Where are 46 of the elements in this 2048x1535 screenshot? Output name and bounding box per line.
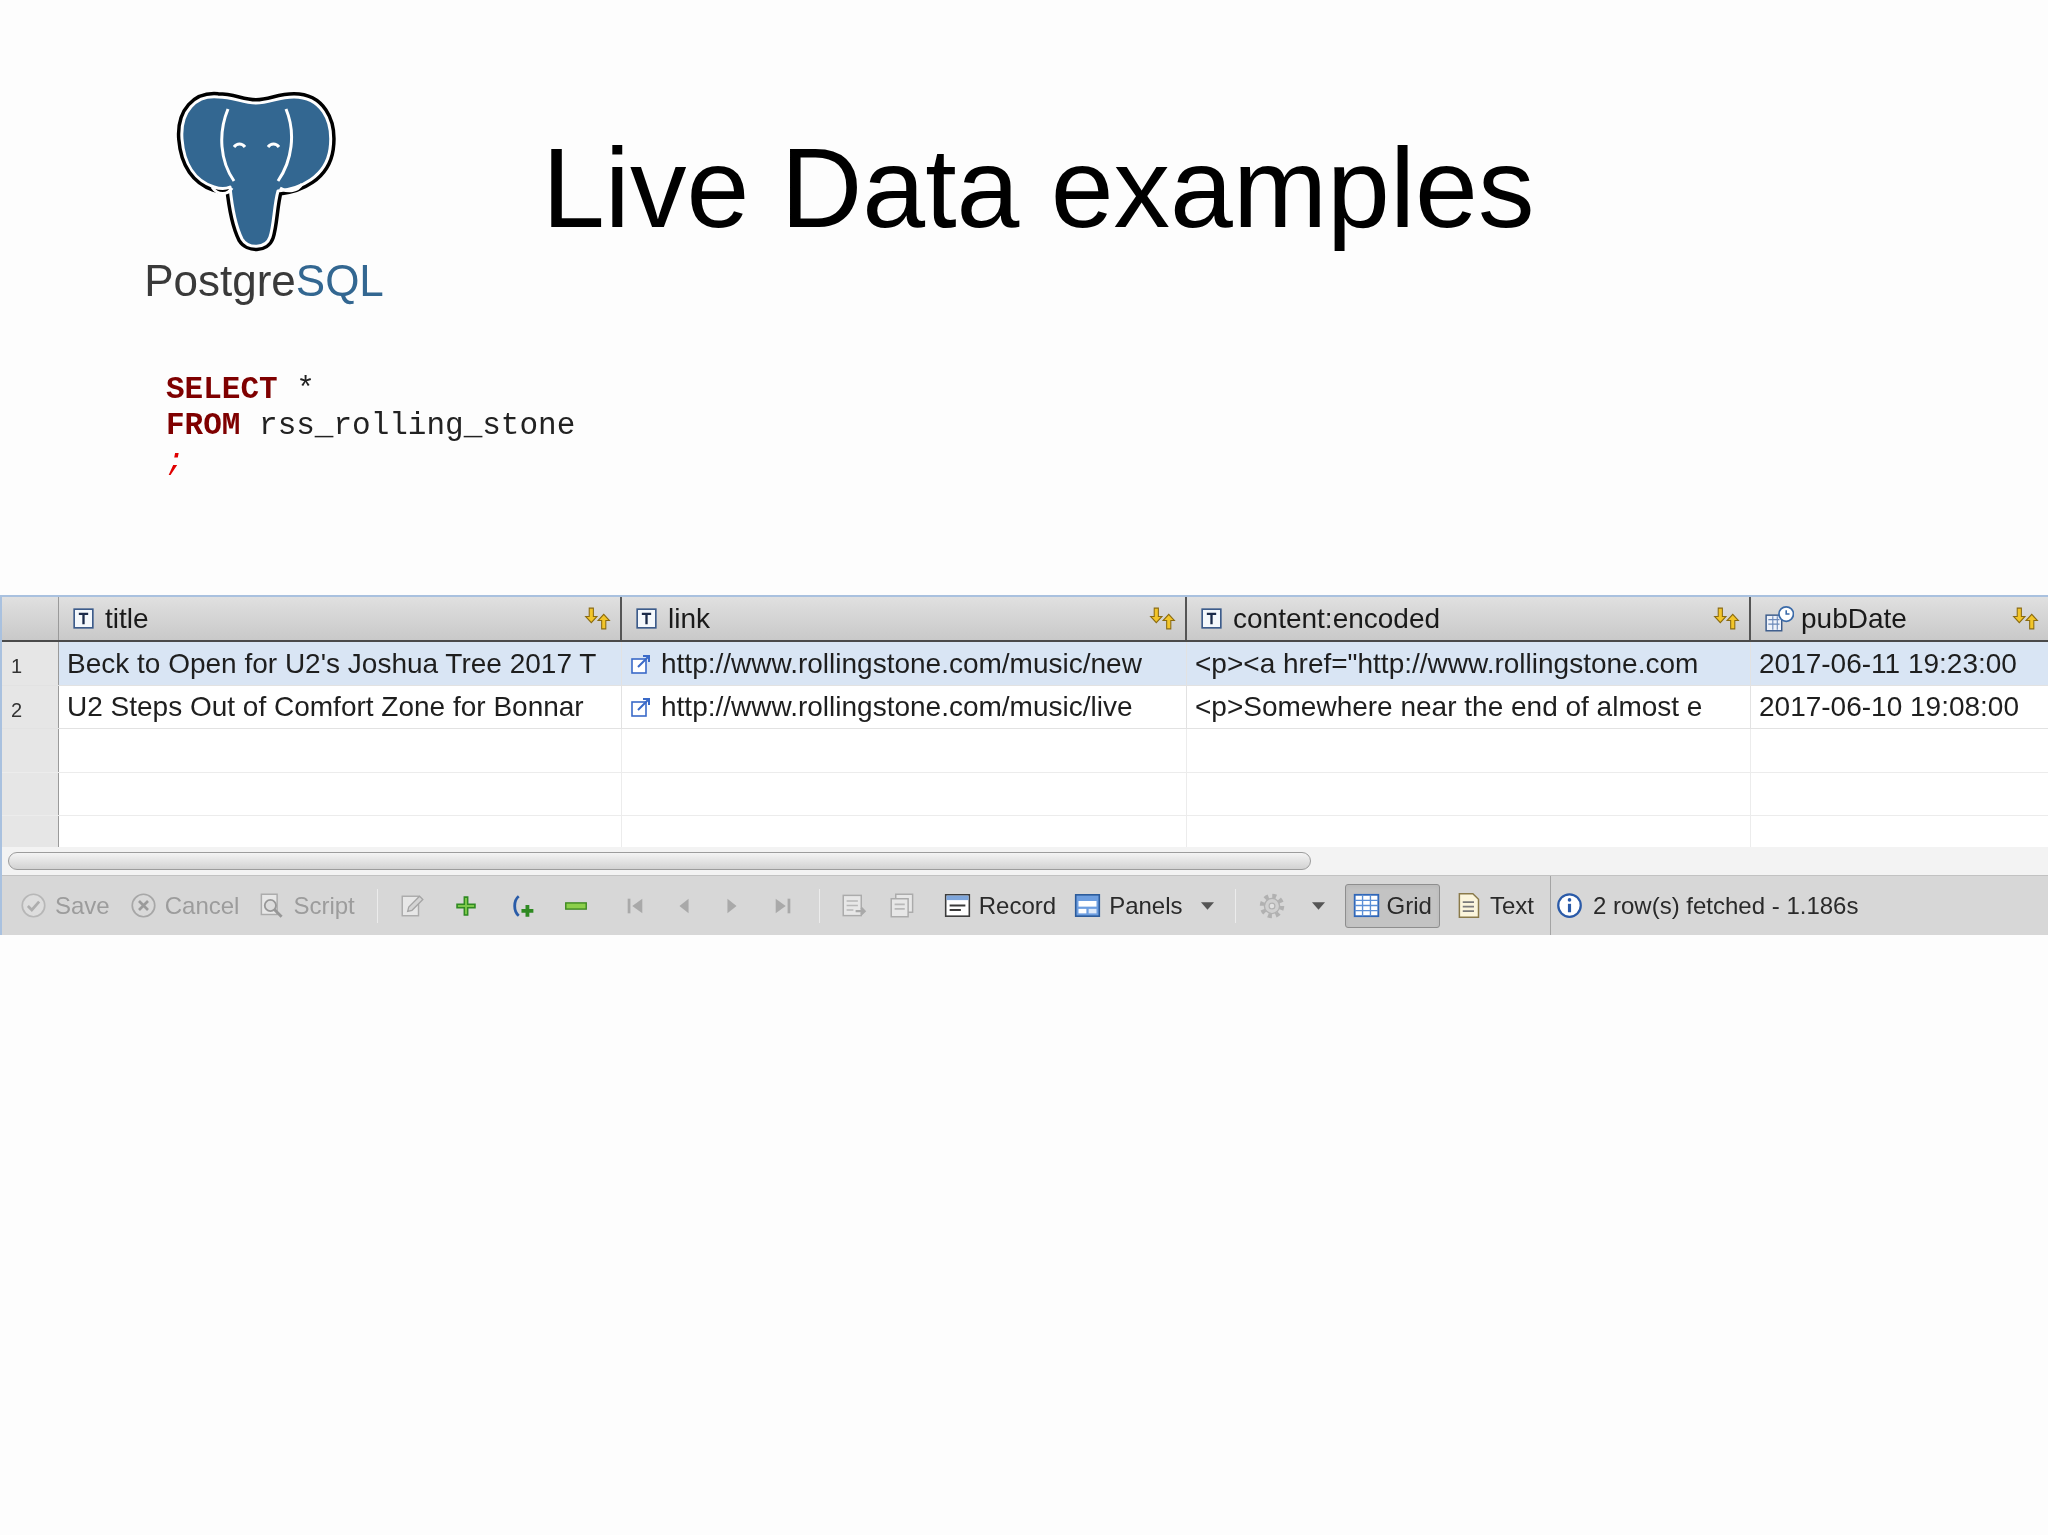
document-arrow-icon [841,892,869,919]
url-link[interactable]: http://www.rollingstone.com/music/live [661,686,1133,728]
record-button[interactable]: Record [939,885,1061,926]
caret-icon [1311,901,1325,910]
column-header[interactable]: link [622,597,1187,640]
panels-window-icon [1074,892,1102,919]
url-link[interactable]: http://www.rollingstone.com/music/new [661,642,1142,685]
table-grid-icon [1352,892,1380,919]
column-header[interactable]: content:encoded [1187,597,1751,640]
text-type-icon [73,608,94,629]
table-cell: Beck to Open for U2's Joshua Tree 2017 T [59,642,622,685]
text-view-button[interactable]: Text [1447,883,1542,928]
info-icon [1556,892,1583,919]
column-header[interactable]: pubDate [1751,597,2048,640]
table-cell: <p><a href="http://www.rollingstone.com [1187,642,1751,685]
sort-arrows-icon [2011,606,2039,631]
column-header[interactable]: title [59,597,622,640]
external-link-icon [630,696,652,718]
caret-icon [1200,901,1214,910]
check-circle-icon [20,892,47,919]
slide-title: Live Data examples [542,124,1535,253]
gear-icon [1257,891,1286,920]
table-cell: U2 Steps Out of Comfort Zone for Bonnar [59,686,622,728]
row-number: 2 [2,686,59,728]
table-cell-text: 2017-06-10 19:08:00 [1758,690,2020,724]
row-number: 1 [2,642,59,685]
form-window-icon [943,892,971,919]
sort-arrows-icon [583,606,611,631]
x-circle-icon [129,892,157,919]
scrollbar-thumb[interactable] [8,852,1311,870]
panels-button[interactable]: Panels [1070,885,1187,926]
external-link-icon [630,652,652,675]
code-line: FROM rss_rolling_stone [166,408,576,444]
table-cell-text: 2017-06-11 19:23:00 [1758,646,2018,681]
sort-arrows-icon [1148,606,1176,631]
grid-view-button[interactable]: Grid [1344,883,1440,928]
status-message: 2 row(s) fetched - 1.186s [1593,890,1859,921]
logo-wordmark: PostgreSQL [144,257,384,305]
text-type-icon [636,608,657,629]
minus-icon [564,901,587,910]
code-line: SELECT * [166,372,315,408]
text-type-icon [1201,608,1222,629]
table-cell: <p>Somewhere near the end of almost e [1187,686,1751,728]
sort-arrows-icon [1712,606,1740,631]
code-line: ; [166,444,185,480]
calendar-clock-icon [1765,605,1794,632]
